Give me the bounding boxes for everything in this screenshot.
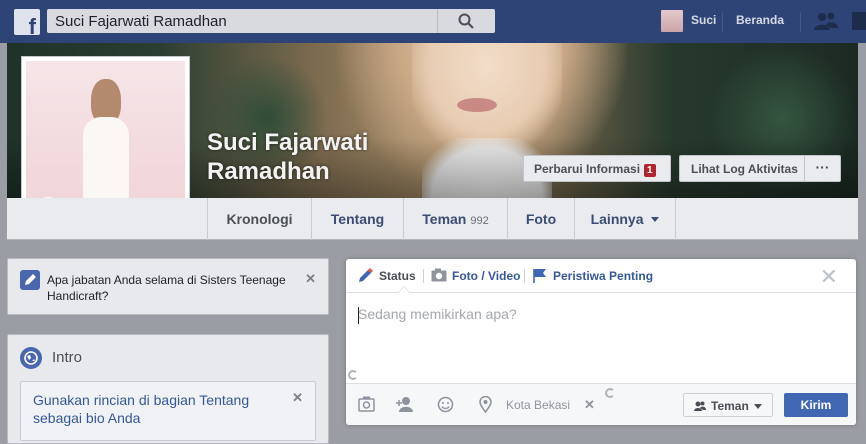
profile-name-line2: Ramadhan xyxy=(207,158,330,185)
feeling-emoji-icon[interactable] xyxy=(437,396,454,413)
add-photo-icon[interactable] xyxy=(358,396,375,412)
divider xyxy=(800,12,801,32)
tab-more-label: Lainnya xyxy=(590,211,644,227)
loading-spinner-icon xyxy=(348,370,358,380)
divider xyxy=(722,12,723,32)
facebook-logo-icon[interactable]: f xyxy=(14,9,40,38)
post-composer: Status Foto / Video Peristiwa Penting ✕ … xyxy=(346,259,856,425)
messages-icon[interactable] xyxy=(852,12,866,30)
profile-name[interactable]: Suci Fajarwati Ramadhan xyxy=(207,128,368,186)
close-icon[interactable]: ✕ xyxy=(292,390,303,406)
activity-log-button[interactable]: Lihat Log Aktivitas xyxy=(679,155,805,182)
question-text[interactable]: Apa jabatan Anda selama di Sisters Teena… xyxy=(47,272,297,304)
tab-friends[interactable]: Teman 992 xyxy=(404,198,508,240)
tab-photo-video[interactable]: Foto / Video xyxy=(452,269,520,283)
user-avatar[interactable] xyxy=(661,10,683,32)
search-input[interactable] xyxy=(47,9,457,33)
profile-nav: Kronologi Tentang Teman 992 Foto Lainnya xyxy=(7,198,858,240)
pencil-icon xyxy=(20,270,40,290)
home-link[interactable]: Beranda xyxy=(736,13,784,27)
user-name-link[interactable]: Suci xyxy=(691,13,716,27)
friends-count: 992 xyxy=(470,215,489,227)
tab-life-event[interactable]: Peristiwa Penting xyxy=(553,269,653,283)
tag-friends-icon[interactable] xyxy=(396,396,414,412)
intro-hint-link[interactable]: Gunakan rincian di bagian Tentang sebaga… xyxy=(33,391,273,427)
intro-card: Intro Gunakan rincian di bagian Tentang … xyxy=(7,334,329,444)
update-info-button[interactable]: Perbarui Informasi 1 xyxy=(523,155,671,182)
tab-photos[interactable]: Foto xyxy=(508,198,575,240)
tab-about[interactable]: Tentang xyxy=(312,198,404,240)
close-icon[interactable]: ✕ xyxy=(584,397,595,413)
search-box xyxy=(47,9,495,33)
post-button[interactable]: Kirim xyxy=(784,393,848,417)
camera-icon xyxy=(431,268,447,282)
location-label[interactable]: Kota Bekasi xyxy=(506,398,570,412)
friend-requests-icon[interactable] xyxy=(814,12,838,30)
flag-icon xyxy=(533,269,546,283)
notification-badge: 1 xyxy=(644,164,656,177)
close-icon[interactable]: ✕ xyxy=(820,266,838,288)
tab-timeline[interactable]: Kronologi xyxy=(207,198,312,240)
active-tab-indicator xyxy=(397,286,411,293)
caret-down-icon xyxy=(753,404,762,410)
intro-title: Intro xyxy=(52,349,83,366)
search-icon xyxy=(458,13,474,29)
audience-selector-button[interactable]: Teman xyxy=(683,393,773,417)
friends-icon xyxy=(694,401,706,411)
audience-label: Teman xyxy=(711,399,749,413)
close-icon[interactable]: ✕ xyxy=(305,271,316,287)
top-bar: f Suci Beranda xyxy=(0,0,866,43)
profile-name-line1: Suci Fajarwati xyxy=(207,129,369,156)
tab-more[interactable]: Lainnya xyxy=(575,198,676,240)
search-button[interactable] xyxy=(437,9,495,33)
loading-spinner-icon xyxy=(605,388,615,398)
tab-status[interactable]: Status xyxy=(379,269,416,283)
intro-hint-box: Gunakan rincian di bagian Tentang sebaga… xyxy=(20,381,316,441)
globe-icon xyxy=(20,347,42,369)
composer-tabs: Status Foto / Video Peristiwa Penting ✕ xyxy=(346,259,856,293)
question-card: Apa jabatan Anda selama di Sisters Teena… xyxy=(7,258,329,315)
update-info-label: Perbarui Informasi xyxy=(534,162,641,176)
tab-friends-label: Teman xyxy=(422,211,467,227)
caret-down-icon xyxy=(651,217,660,223)
composer-toolbar: Kota Bekasi ✕ Teman Kirim xyxy=(346,383,856,425)
location-pin-icon[interactable] xyxy=(479,396,492,413)
more-options-button[interactable]: ··· xyxy=(804,155,841,182)
status-input[interactable] xyxy=(358,306,838,322)
pencil-icon xyxy=(359,268,373,282)
